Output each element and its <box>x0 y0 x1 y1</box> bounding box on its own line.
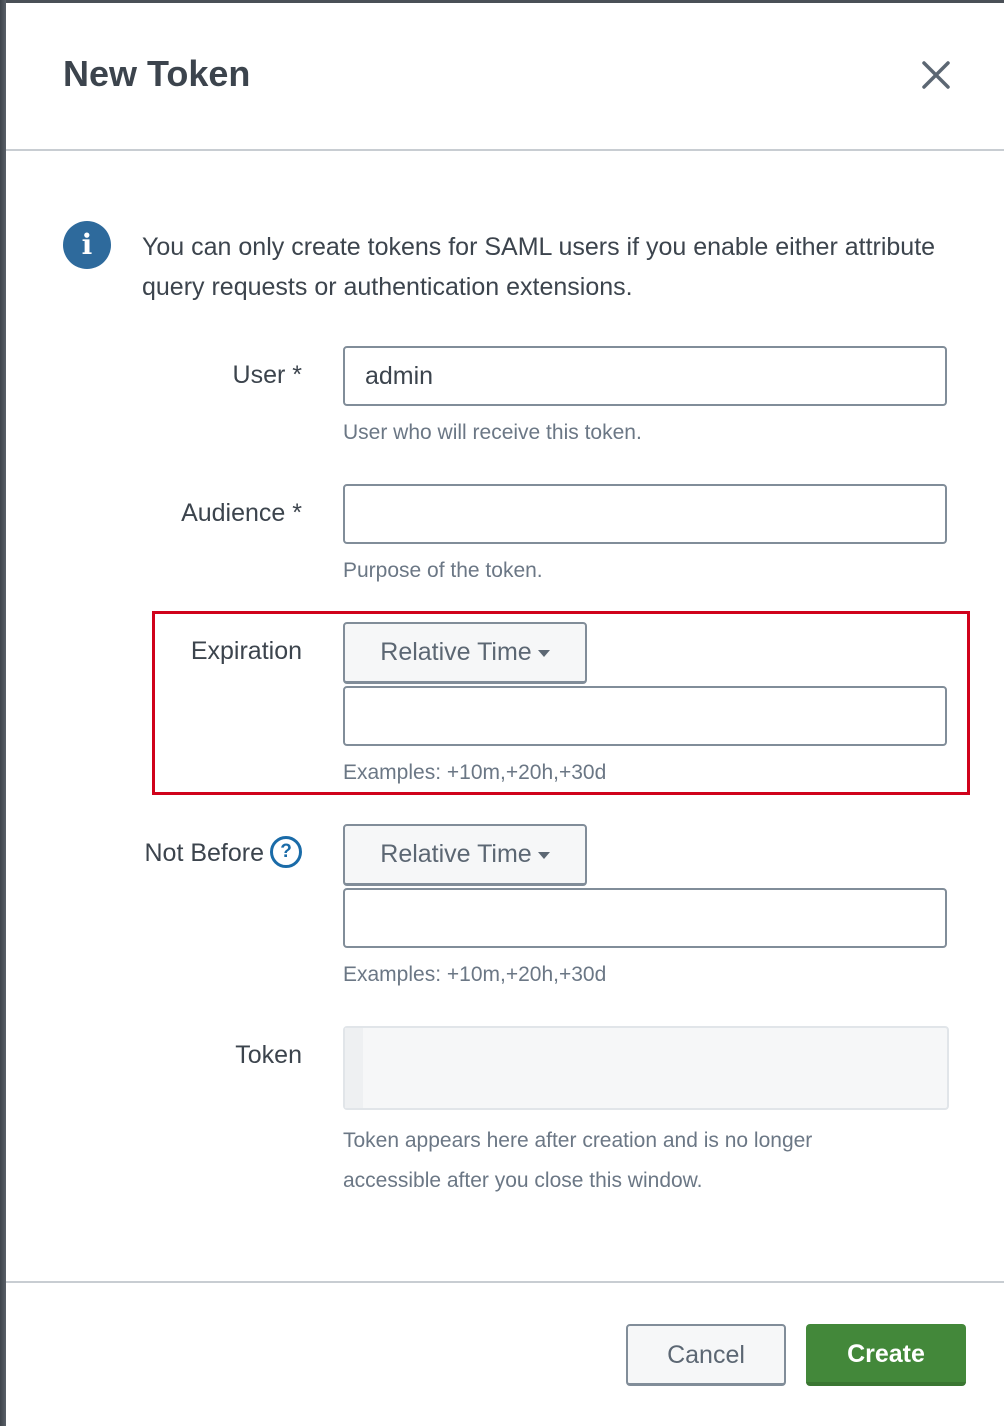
cancel-button[interactable]: Cancel <box>626 1324 786 1386</box>
not-before-mode-dropdown[interactable]: Relative Time <box>343 824 587 886</box>
create-button[interactable]: Create <box>806 1324 966 1386</box>
user-input[interactable] <box>343 346 947 406</box>
not-before-label-group: Not Before? <box>144 836 302 869</box>
footer-divider <box>6 1281 1004 1283</box>
expiration-help: Examples: +10m,+20h,+30d <box>343 761 607 784</box>
audience-label: Audience * <box>181 499 302 527</box>
expiration-label: Expiration <box>190 637 302 665</box>
dialog-header: New Token <box>6 3 1004 151</box>
user-label: User * <box>232 361 302 389</box>
expiration-mode-dropdown[interactable]: Relative Time <box>343 622 587 684</box>
token-label: Token <box>235 1041 302 1069</box>
info-text: You can only create tokens for SAML user… <box>142 233 936 301</box>
caret-down-icon <box>537 649 550 657</box>
close-icon <box>922 61 950 89</box>
expiration-input[interactable] <box>343 686 947 746</box>
expiration-mode-label: Relative Time <box>380 638 532 666</box>
dialog-title: New Token <box>63 53 251 94</box>
not-before-input[interactable] <box>343 888 947 948</box>
user-help: User who will receive this token. <box>343 421 642 444</box>
new-token-dialog: New Token i You can only create tokens f… <box>6 3 1004 1426</box>
question-circle-icon[interactable]: ? <box>270 836 302 869</box>
caret-down-icon <box>537 851 550 859</box>
not-before-mode-label: Relative Time <box>380 840 532 868</box>
info-icon: i <box>63 221 111 269</box>
close-button[interactable] <box>916 57 956 97</box>
token-output[interactable] <box>343 1026 949 1110</box>
token-help: Token appears here after creation and is… <box>343 1129 813 1192</box>
audience-help: Purpose of the token. <box>343 559 543 582</box>
audience-input[interactable] <box>343 484 947 544</box>
not-before-label: Not Before <box>144 839 264 867</box>
not-before-help: Examples: +10m,+20h,+30d <box>343 963 607 986</box>
